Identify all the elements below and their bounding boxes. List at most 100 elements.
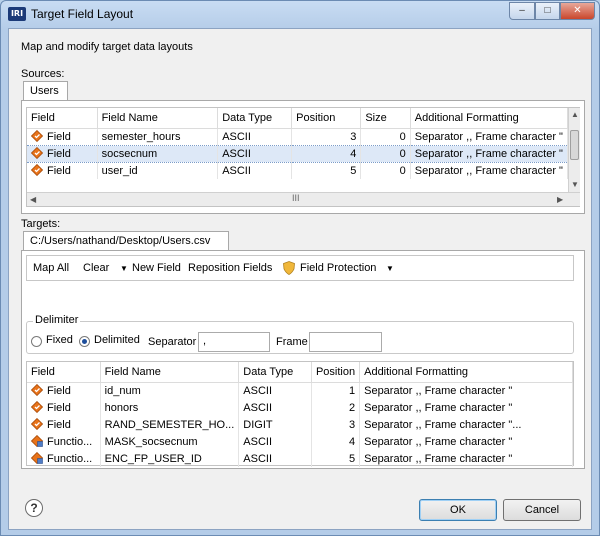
tab-users-csv[interactable]: C:/Users/nathand/Desktop/Users.csv: [23, 231, 229, 251]
column-header-size[interactable]: Size: [360, 108, 411, 129]
formatting-cell: Separator ,, Frame character "...: [359, 416, 573, 433]
field-icon: [31, 147, 43, 159]
field-name-cell: semester_hours: [97, 128, 219, 145]
data-type-cell: DIGIT: [238, 416, 312, 433]
table-row[interactable]: Functio... ENC_FP_USER_ID ASCII 5 Separa…: [27, 450, 573, 467]
sources-header-row: Field Field Name Data Type Position Size…: [27, 108, 569, 129]
column-header-data-type[interactable]: Data Type: [217, 108, 293, 129]
formatting-cell: Separator ,, Frame character ": [359, 382, 573, 399]
table-row[interactable]: Field semester_hours ASCII 3 0 Separator…: [27, 128, 569, 145]
formatting-cell: Separator ,, Frame character ": [410, 128, 569, 145]
window-title: Target Field Layout: [31, 7, 134, 21]
close-button[interactable]: ✕: [560, 2, 595, 20]
scroll-left-arrow-icon[interactable]: ◀: [30, 195, 36, 204]
column-header-field[interactable]: Field: [27, 362, 101, 383]
clear-button[interactable]: Clear: [83, 262, 109, 274]
shield-icon: [283, 261, 295, 275]
field-kind: Field: [47, 131, 71, 143]
delimited-radio-label[interactable]: Delimited: [94, 334, 140, 346]
position-cell: 5: [311, 450, 361, 467]
sources-vertical-scrollbar[interactable]: ▲ ▼: [568, 108, 580, 192]
field-kind: Field: [47, 148, 71, 160]
field-name-cell: user_id: [97, 162, 219, 179]
tab-users[interactable]: Users: [23, 81, 68, 101]
data-type-cell: ASCII: [217, 128, 293, 145]
field-kind: Field: [47, 419, 71, 431]
field-kind: Functio...: [47, 453, 93, 465]
frame-input[interactable]: [309, 332, 382, 352]
data-type-cell: ASCII: [238, 399, 312, 416]
data-type-cell: ASCII: [238, 450, 312, 467]
column-header-additional-formatting[interactable]: Additional Formatting: [410, 108, 569, 129]
position-cell: 5: [291, 162, 362, 179]
dialog-subtitle: Map and modify target data layouts: [21, 41, 193, 53]
position-cell: 4: [291, 144, 362, 163]
column-header-position[interactable]: Position: [291, 108, 362, 129]
sources-table-frame: Field Field Name Data Type Position Size…: [26, 107, 580, 207]
field-name-cell: honors: [100, 399, 240, 416]
column-header-position[interactable]: Position: [311, 362, 361, 383]
field-kind: Field: [47, 402, 71, 414]
function-icon: [31, 452, 43, 464]
iri-app-icon: IRI: [8, 7, 26, 21]
field-name-cell: socsecnum: [97, 144, 219, 163]
field-icon: [31, 401, 43, 413]
sources-horizontal-scrollbar[interactable]: ◀ III ▶: [27, 192, 580, 206]
table-row[interactable]: Field honors ASCII 2 Separator ,, Frame …: [27, 399, 573, 416]
map-all-button[interactable]: Map All: [33, 262, 69, 274]
field-icon: [31, 164, 43, 177]
title-bar[interactable]: IRI Target Field Layout – □ ✕: [1, 1, 599, 27]
minimize-button[interactable]: –: [509, 2, 535, 20]
column-header-data-type[interactable]: Data Type: [238, 362, 312, 383]
field-kind: Field: [47, 165, 71, 178]
separator-label: Separator: [148, 336, 197, 348]
fixed-radio[interactable]: [31, 336, 42, 347]
field-protection-dropdown-arrow-icon[interactable]: ▼: [386, 264, 394, 273]
cancel-button[interactable]: Cancel: [503, 499, 581, 521]
targets-table-frame: Field Field Name Data Type Position Addi…: [26, 361, 574, 467]
scroll-right-arrow-icon[interactable]: ▶: [557, 195, 563, 204]
data-type-cell: ASCII: [217, 144, 293, 163]
column-header-field-name[interactable]: Field Name: [97, 108, 219, 129]
field-name-cell: id_num: [100, 382, 240, 399]
separator-input[interactable]: ,: [198, 332, 270, 352]
position-cell: 4: [311, 433, 361, 450]
scroll-down-arrow-icon[interactable]: ▼: [571, 180, 579, 189]
formatting-cell: Separator ,, Frame character ": [359, 433, 573, 450]
new-field-dropdown-arrow-icon[interactable]: ▼: [120, 264, 128, 273]
table-row-selected[interactable]: Field socsecnum ASCII 4 0 Separator ,, F…: [27, 144, 569, 163]
position-cell: 3: [311, 416, 361, 433]
field-icon: [31, 418, 43, 430]
table-row[interactable]: Field user_id ASCII 5 0 Separator ,, Fra…: [27, 162, 569, 179]
ok-button[interactable]: OK: [419, 499, 497, 521]
delimited-radio[interactable]: [79, 336, 90, 347]
targets-label: Targets:: [21, 218, 61, 230]
column-header-field-name[interactable]: Field Name: [100, 362, 240, 383]
sources-label: Sources:: [21, 68, 65, 80]
new-field-button[interactable]: New Field: [132, 262, 181, 274]
function-icon: [31, 435, 43, 447]
fixed-radio-label[interactable]: Fixed: [46, 334, 73, 346]
frame-label: Frame: [276, 336, 308, 348]
formatting-cell: Separator ,, Frame character ": [359, 450, 573, 467]
scrollbar-thumb[interactable]: [570, 130, 579, 160]
formatting-cell: Separator ,, Frame character ": [359, 399, 573, 416]
reposition-fields-button[interactable]: Reposition Fields: [188, 262, 272, 274]
scrollbar-grip[interactable]: III: [292, 193, 300, 203]
column-header-additional-formatting[interactable]: Additional Formatting: [359, 362, 573, 383]
field-name-cell: RAND_SEMESTER_HO...: [100, 416, 240, 433]
position-cell: 3: [291, 128, 362, 145]
field-protection-button[interactable]: Field Protection: [300, 262, 376, 274]
formatting-cell: Separator ,, Frame character ": [410, 162, 569, 179]
size-cell: 0: [360, 128, 411, 145]
scroll-up-arrow-icon[interactable]: ▲: [571, 110, 579, 119]
size-cell: 0: [360, 162, 411, 179]
table-row[interactable]: Field id_num ASCII 1 Separator ,, Frame …: [27, 382, 573, 399]
table-row[interactable]: Field RAND_SEMESTER_HO... DIGIT 3 Separa…: [27, 416, 573, 433]
help-icon[interactable]: ?: [25, 499, 43, 517]
column-header-field[interactable]: Field: [27, 108, 98, 129]
maximize-button[interactable]: □: [535, 2, 560, 20]
field-icon: [31, 130, 43, 142]
table-row[interactable]: Functio... MASK_socsecnum ASCII 4 Separa…: [27, 433, 573, 450]
data-type-cell: ASCII: [238, 433, 312, 450]
